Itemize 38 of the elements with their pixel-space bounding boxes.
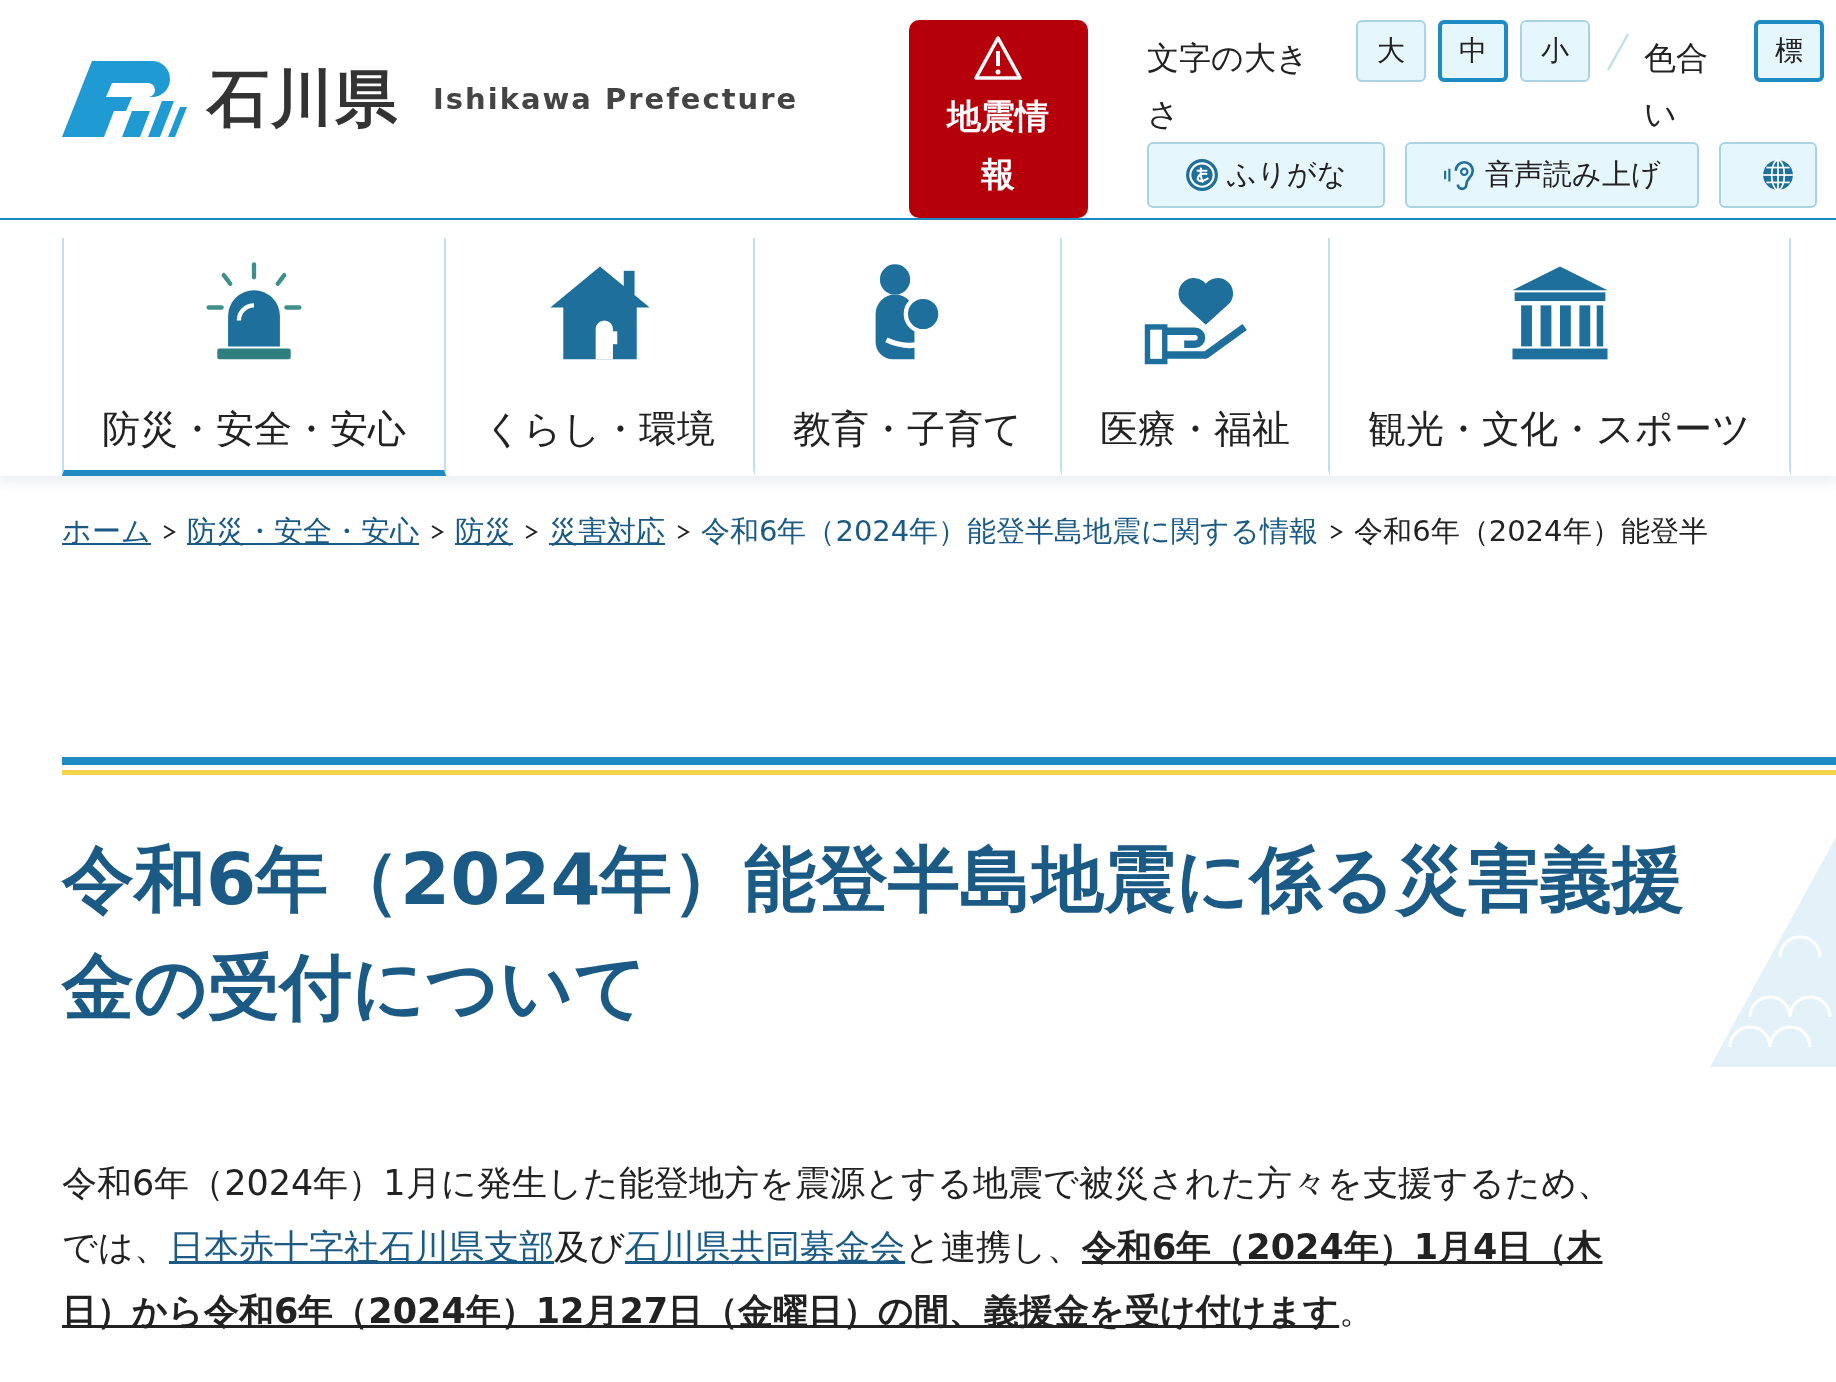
breadcrumb-link[interactable]: 防災 <box>455 512 513 552</box>
intro-paragraph: 令和6年（2024年）1月に発生した能登地方を震源とする地震で被災された方々を支援するため、 では、日本赤十字社石川県支部及び石川県共同募金会と連携し、令和6年（2024年）1月4日（木 日）から令和6年（2024年）12月27日（金曜日）の間、義援金を受け付けます。 <box>62 1162 1613 1333</box>
breadcrumb-link[interactable]: 災害対応 <box>549 512 665 552</box>
chevron-icon <box>429 522 445 542</box>
breadcrumb-link[interactable]: 令和6年（2024年）能登半島地震に関する情報 <box>701 512 1319 552</box>
chevron-icon <box>675 522 691 542</box>
text-size-option[interactable]: 小 <box>1520 20 1590 82</box>
category-tab[interactable]: 医療・福祉 <box>1062 238 1330 476</box>
logo-subtitle: Ishikawa Prefecture <box>433 82 799 116</box>
color-scheme-label: 色合い <box>1644 38 1709 135</box>
text-size-option[interactable]: 大 <box>1356 20 1426 82</box>
text-size-label: 文字の大きさ <box>1147 38 1310 135</box>
category-tab[interactable]: 教育・子育て <box>755 238 1062 476</box>
hiragana-a-icon <box>1185 158 1219 192</box>
warning-icon <box>973 35 1024 81</box>
language-button[interactable] <box>1719 142 1817 208</box>
page-title: 令和6年（2024年）能登半島地震に係る災害義援金の受付について <box>62 836 1686 1031</box>
prefecture-logo-icon <box>62 61 187 137</box>
breadcrumb-link[interactable]: ホーム <box>62 512 151 552</box>
breadcrumb-current: 令和6年（2024年）能登半 <box>1354 513 1708 550</box>
logo-text: 石川県 <box>207 61 399 137</box>
organization-link[interactable]: 日本赤十字社石川県支部 <box>169 1227 554 1267</box>
organization-link[interactable]: 石川県共同募金会 <box>625 1227 905 1267</box>
chevron-icon <box>523 522 539 542</box>
chevron-icon <box>161 522 177 542</box>
speech-button[interactable]: 音声読み上げ <box>1405 142 1699 208</box>
chevron-icon <box>1328 522 1345 542</box>
category-tab[interactable]: 防災・安全・安心 <box>62 238 446 476</box>
color-scheme-option[interactable]: 標 <box>1754 20 1824 82</box>
ear-icon <box>1443 158 1477 192</box>
breadcrumb-link[interactable]: 防災・安全・安心 <box>187 512 419 552</box>
earthquake-info-button[interactable]: 地震情報 <box>908 20 1088 218</box>
globe-icon <box>1761 158 1795 192</box>
furigana-button[interactable]: ふりがな <box>1147 142 1385 208</box>
text-size-option[interactable]: 中 <box>1438 20 1508 82</box>
category-tab[interactable]: くらし・環境 <box>446 238 755 476</box>
slash-divider-icon <box>1606 32 1630 72</box>
category-tab[interactable]: 観光・文化・スポーツ <box>1330 238 1791 476</box>
